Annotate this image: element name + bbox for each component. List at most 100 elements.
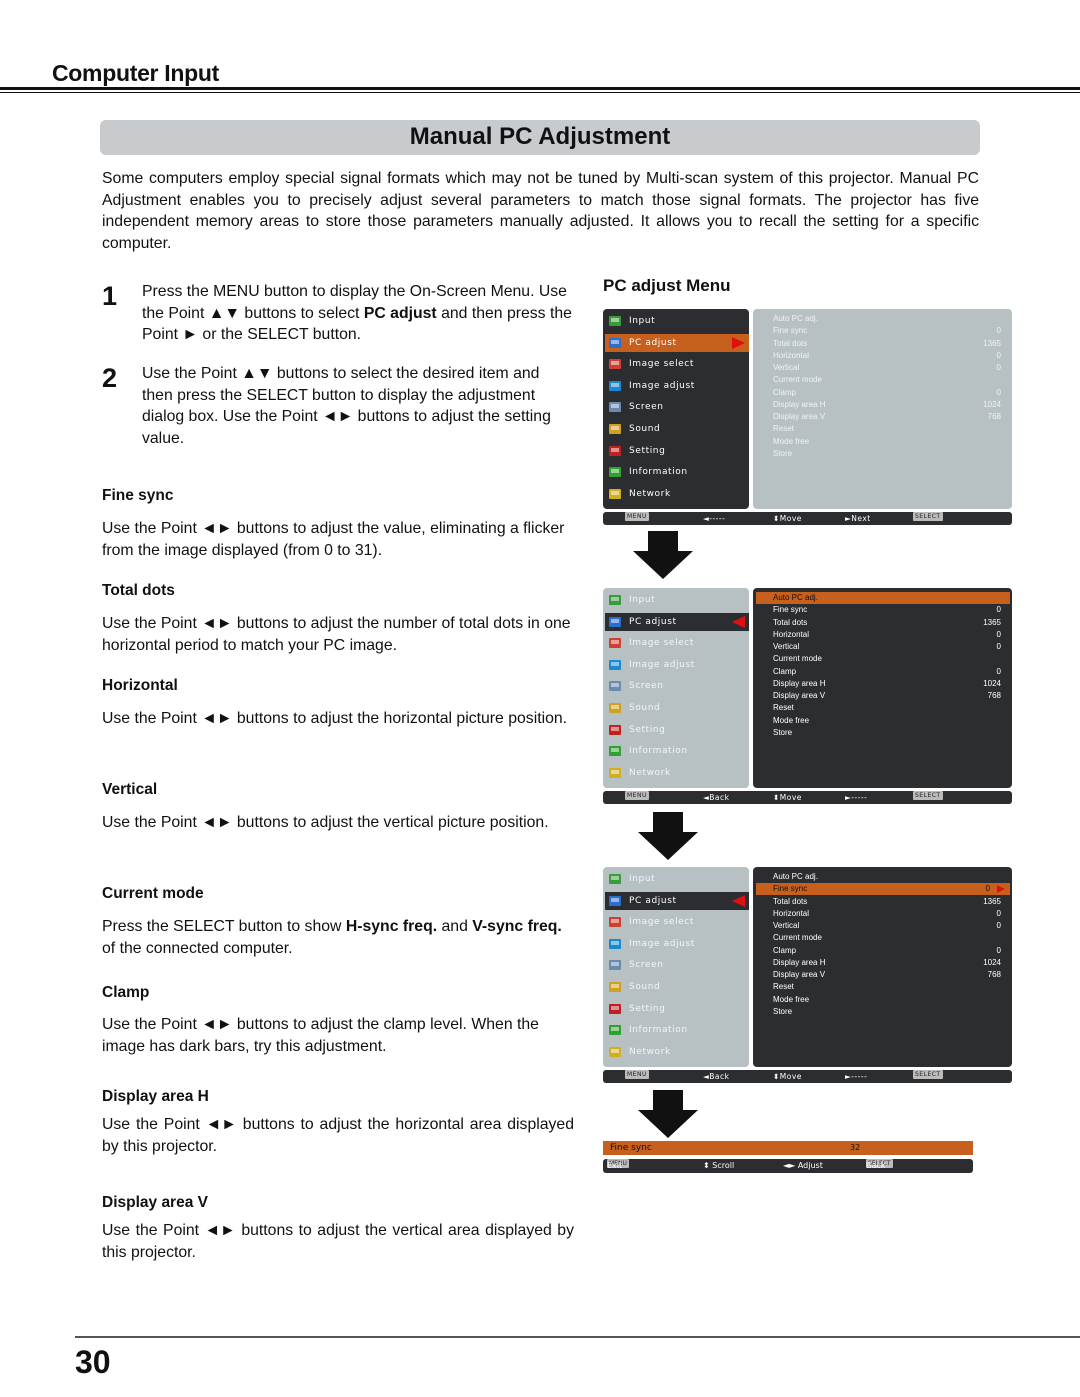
menu-key-icon: MENU (625, 1070, 649, 1079)
osd-submenu-item-reset[interactable]: Reset (773, 981, 1001, 993)
osd-submenu-item-fine-sync[interactable]: Fine sync 0 (756, 883, 1010, 896)
osd-submenu-item-value: 1024 (983, 399, 1001, 409)
osd-menu-item-information[interactable]: Information (605, 742, 749, 760)
osd-menu-item-label: Information (629, 746, 688, 757)
osd-menu-item-network[interactable]: Network (605, 1043, 749, 1061)
osd-submenu-item-total-dots[interactable]: Total dots 1365 (773, 896, 1001, 908)
osd-menu-item-setting[interactable]: Setting (605, 442, 749, 460)
osd-submenu-item-horizontal[interactable]: Horizontal 0 (773, 350, 1001, 362)
item-text-vertical: Use the Point ◄► buttons to adjust the v… (102, 814, 549, 831)
osd-submenu-item-current-mode[interactable]: Current mode (773, 653, 1001, 665)
osd-navigation-bar: MENUExit ◄Back ⬍Move ►----- SELECTNext (603, 1070, 1012, 1083)
osd-submenu-item-store[interactable]: Store (773, 727, 1001, 739)
osd-menu-item-label: Input (629, 316, 656, 326)
osd-submenu-item-value: 0 (996, 921, 1001, 930)
osd-submenu-item-horizontal[interactable]: Horizontal 0 (773, 908, 1001, 920)
osd-submenu-item-clamp[interactable]: Clamp 0 (773, 666, 1001, 678)
network-icon (607, 1044, 623, 1060)
osd-submenu-item-display-area-h[interactable]: Display area H 1024 (773, 399, 1001, 411)
osd-menu-item-information[interactable]: Information (605, 1021, 749, 1039)
osd-submenu-item-label: Store (773, 1006, 793, 1016)
osd-menu-item-label: Sound (629, 424, 661, 434)
osd-menu-item-network[interactable]: Network (605, 485, 749, 503)
osd-submenu-item-value: 768 (987, 412, 1001, 421)
osd-submenu-item-value: 0 (996, 642, 1001, 651)
page-number: 30 (75, 1344, 111, 1380)
osd-menu-item-screen[interactable]: Screen (605, 956, 749, 974)
osd-submenu-item-fine-sync[interactable]: Fine sync 0 (773, 325, 1001, 337)
osd-submenu-item-clamp[interactable]: Clamp 0 (773, 387, 1001, 399)
osd-submenu-item-label: Vertical (773, 921, 800, 930)
osd-submenu-item-reset[interactable]: Reset (773, 423, 1001, 435)
osd-submenu-item-vertical[interactable]: Vertical 0 (773, 362, 1001, 374)
osd-submenu-item-mode-free[interactable]: Mode free (773, 994, 1001, 1006)
osd-submenu-item-fine-sync[interactable]: Fine sync 0 (773, 604, 1001, 616)
osd-menu-item-image-select[interactable]: Image select (605, 355, 749, 373)
osd-menu-item-pc-adjust[interactable]: PC adjust (605, 333, 749, 352)
osd-menu-item-pc-adjust[interactable]: PC adjust (605, 612, 749, 631)
osd-submenu-item-total-dots[interactable]: Total dots 1365 (773, 617, 1001, 629)
osd-submenu-item-store[interactable]: Store (773, 1006, 1001, 1018)
osd-menu-item-image-select[interactable]: Image select (605, 913, 749, 931)
osd-menu-item-screen[interactable]: Screen (605, 677, 749, 695)
network-icon (607, 765, 623, 781)
osd-submenu-item-current-mode[interactable]: Current mode (773, 932, 1001, 944)
osd-menu-item-network[interactable]: Network (605, 764, 749, 782)
osd-submenu-item-vertical[interactable]: Vertical 0 (773, 920, 1001, 932)
fine-sync-value: 32 (850, 1143, 861, 1152)
osd-submenu-item-current-mode[interactable]: Current mode (773, 374, 1001, 386)
osd-menu-item-pc-adjust[interactable]: PC adjust (605, 891, 749, 910)
osd-menu-item-input[interactable]: Input (605, 870, 749, 888)
bold-2: V-sync freq. (472, 918, 562, 935)
osd-menu-item-image-adjust[interactable]: Image adjust (605, 656, 749, 674)
osd-menu-item-label: Information (629, 1025, 688, 1036)
osd-submenu-item-label: Clamp (773, 945, 797, 955)
osd-submenu-item-horizontal[interactable]: Horizontal 0 (773, 629, 1001, 641)
osd-menu-item-information[interactable]: Information (605, 463, 749, 481)
osd-submenu-item-display-area-h[interactable]: Display area H 1024 (773, 678, 1001, 690)
header-rule (0, 87, 1080, 90)
down-arrow-icon (633, 531, 693, 579)
osd-submenu-item-store[interactable]: Store (773, 448, 1001, 460)
osd-submenu-item-display-area-v[interactable]: Display area V 768 (773, 969, 1001, 981)
osd-submenu-item-mode-free[interactable]: Mode free (773, 715, 1001, 727)
osd-menu-item-input[interactable]: Input (605, 591, 749, 609)
osd-menu-item-sound[interactable]: Sound (605, 420, 749, 438)
item-text-fine-sync: Use the Point ◄► buttons to adjust the v… (102, 520, 565, 559)
osd-menu-item-label: Setting (629, 724, 666, 735)
osd-menu-item-setting[interactable]: Setting (605, 721, 749, 739)
information-icon (607, 743, 623, 759)
osd-menu-item-input[interactable]: Input (605, 312, 749, 330)
osd-submenu-item-display-area-h[interactable]: Display area H 1024 (773, 957, 1001, 969)
osd-submenu-item-label: Current mode (773, 933, 822, 943)
osd-menu-item-sound[interactable]: Sound (605, 978, 749, 996)
osd-submenu-item-auto-pc-adj[interactable]: Auto PC adj. (756, 592, 1010, 605)
osd-menu-item-image-adjust[interactable]: Image adjust (605, 377, 749, 395)
osd-menu-item-image-select[interactable]: Image select (605, 634, 749, 652)
osd-submenu-item-display-area-v[interactable]: Display area V 768 (773, 411, 1001, 423)
osd-submenu-item-display-area-v[interactable]: Display area V 768 (773, 690, 1001, 702)
osd-menu-item-label: Information (629, 467, 688, 478)
osd-submenu-item-value: 0 (985, 884, 990, 894)
osd-menu-item-label: Screen (629, 960, 664, 971)
osd-submenu-item-label: Display area V (773, 412, 826, 421)
osd-menu-item-sound[interactable]: Sound (605, 699, 749, 717)
fine-sync-slider-bar[interactable]: Fine sync 32 (603, 1141, 973, 1155)
osd-menu-item-image-adjust[interactable]: Image adjust (605, 935, 749, 953)
osd-submenu-item-auto-pc-adj[interactable]: Auto PC adj. (773, 871, 1001, 883)
osd-menu-item-screen[interactable]: Screen (605, 398, 749, 416)
osd-submenu-item-mode-free[interactable]: Mode free (773, 436, 1001, 448)
osd-submenu-item-vertical[interactable]: Vertical 0 (773, 641, 1001, 653)
osd-submenu-item-value: 0 (996, 666, 1001, 676)
osd-menu-item-label: Screen (629, 681, 664, 692)
back-label: Back (866, 1161, 886, 1170)
osd-submenu-item-reset[interactable]: Reset (773, 702, 1001, 714)
osd-menu-item-setting[interactable]: Setting (605, 1000, 749, 1018)
item-heading-display-area-h: Display area H (102, 1088, 209, 1105)
osd-submenu-item-total-dots[interactable]: Total dots 1365 (773, 338, 1001, 350)
item-heading-horizontal: Horizontal (102, 677, 178, 694)
osd-submenu-panel: Auto PC adj. Fine sync 0 Total dots 1365 Hori… (753, 309, 1012, 509)
osd-submenu-item-auto-pc-adj[interactable]: Auto PC adj. (773, 313, 1001, 325)
osd-submenu-item-clamp[interactable]: Clamp 0 (773, 945, 1001, 957)
osd-submenu-item-label: Display area H (773, 957, 826, 967)
